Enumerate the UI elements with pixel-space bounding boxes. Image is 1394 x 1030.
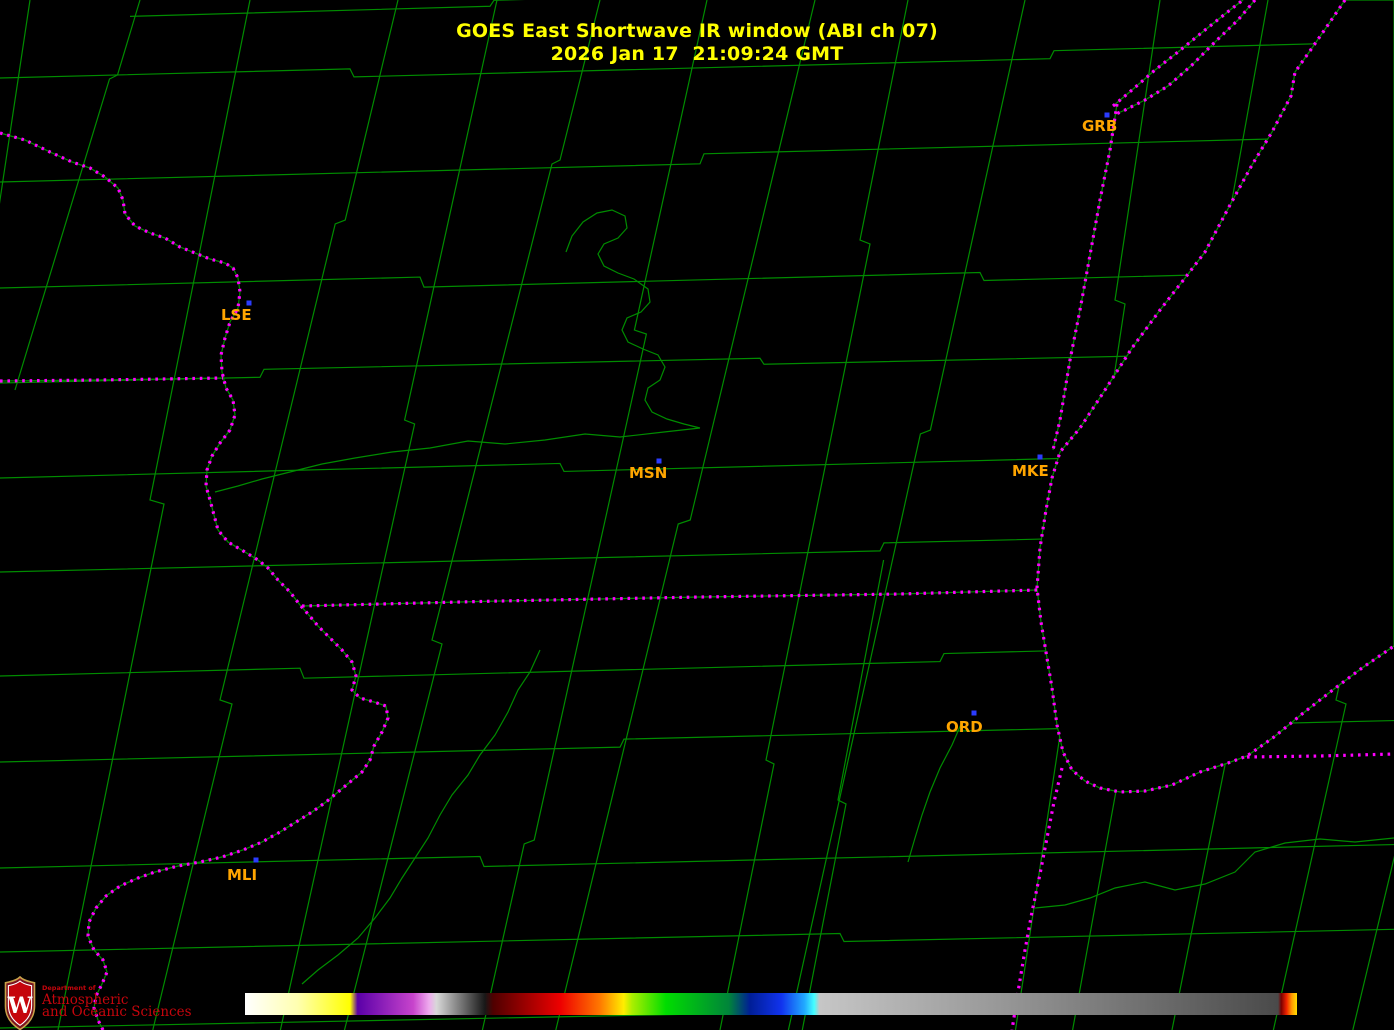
station-label-MSN: MSN (629, 464, 667, 482)
logo-line-2: and Oceanic Sciences (42, 1006, 192, 1019)
logo-dept-line: Department of (42, 985, 192, 992)
station-label-ORD: ORD (946, 718, 983, 736)
satellite-map: GRB LSE MSN MKE ORD MLI (0, 0, 1394, 1030)
uw-aos-logo: W Department of Atmospheric and Oceanic … (3, 976, 192, 1030)
uw-crest-icon: W (3, 976, 37, 1030)
page-title: GOES East Shortwave IR window (ABI ch 07… (0, 20, 1394, 43)
station-dot-MSN (657, 459, 662, 464)
image-title-block: GOES East Shortwave IR window (ABI ch 07… (0, 20, 1394, 66)
station-label-MKE: MKE (1012, 462, 1049, 480)
station-label-MLI: MLI (227, 866, 257, 884)
station-markers: GRB LSE MSN MKE ORD MLI (221, 113, 1117, 885)
goes-satellite-viewer: { "header": { "title_line1": "GOES East … (0, 0, 1394, 1030)
station-dot-ORD (972, 711, 977, 716)
station-dot-LSE (247, 301, 252, 306)
station-label-GRB: GRB (1082, 117, 1117, 135)
svg-text:W: W (7, 993, 33, 1019)
timestamp: 2026 Jan 17 21:09:24 GMT (0, 43, 1394, 66)
color-scale-bar (245, 993, 1297, 1015)
station-dot-MLI (254, 858, 259, 863)
station-dot-MKE (1038, 455, 1043, 460)
station-label-LSE: LSE (221, 306, 252, 324)
logo-text: Department of Atmospheric and Oceanic Sc… (42, 985, 192, 1019)
